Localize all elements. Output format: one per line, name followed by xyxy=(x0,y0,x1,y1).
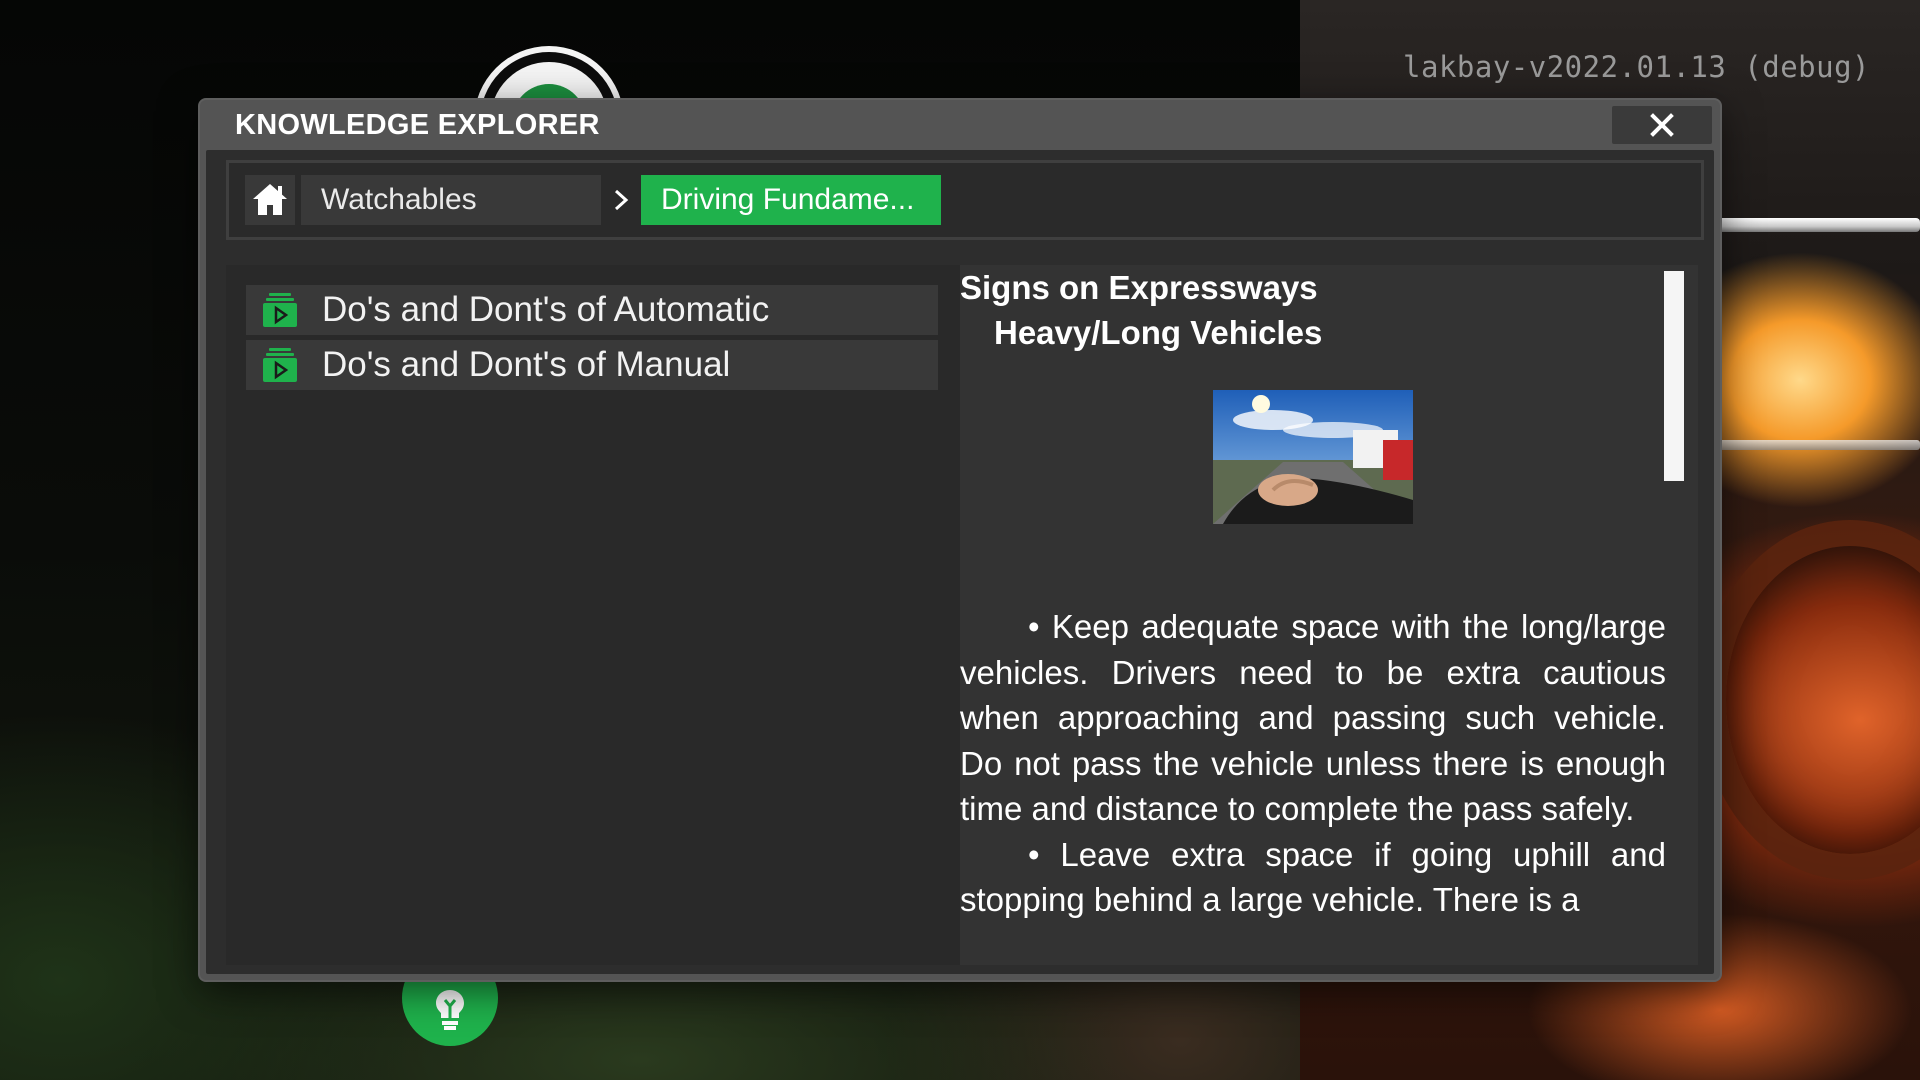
background-chrome-trim-lower xyxy=(1690,440,1920,450)
content-body: • Keep adequate space with the long/larg… xyxy=(960,604,1666,923)
background-chrome-trim xyxy=(1710,218,1920,232)
scrollbar-thumb[interactable] xyxy=(1664,271,1684,481)
breadcrumb: Watchables Driving Fundame... xyxy=(226,160,1704,240)
content-panel: Signs on Expressways Heavy/Long Vehicles xyxy=(960,265,1698,965)
video-folder-icon xyxy=(263,293,297,327)
home-icon xyxy=(253,184,287,215)
chevron-right-icon xyxy=(601,175,641,225)
content-paragraph: • Keep adequate space with the long/larg… xyxy=(960,608,1666,827)
window-title: KNOWLEDGE EXPLORER xyxy=(235,108,600,141)
content-scroll-area[interactable]: Signs on Expressways Heavy/Long Vehicles xyxy=(960,265,1666,965)
content-title: Signs on Expressways xyxy=(960,269,1318,306)
lightbulb-icon xyxy=(436,990,464,1030)
content-image-driving-truck xyxy=(1213,390,1413,524)
version-label: lakbay-v2022.01.13 (debug) xyxy=(1403,50,1870,84)
breadcrumb-home-button[interactable] xyxy=(245,175,295,225)
breadcrumb-item-active[interactable]: Driving Fundame... xyxy=(641,175,941,225)
content-scrollbar[interactable] xyxy=(1664,271,1684,963)
knowledge-explorer-window: KNOWLEDGE EXPLORER Watchables Driving Fu… xyxy=(200,100,1720,980)
close-icon xyxy=(1650,113,1674,137)
content-subtitle: Heavy/Long Vehicles xyxy=(994,314,1323,351)
content-paragraph: • Leave extra space if going uphill and … xyxy=(960,835,1666,919)
close-button[interactable] xyxy=(1612,106,1712,144)
video-folder-icon xyxy=(263,348,297,382)
list-item-label: Do's and Dont's of Manual xyxy=(322,345,731,384)
watchables-list: Do's and Dont's of Automatic Do's and Do… xyxy=(226,265,960,965)
window-titlebar: KNOWLEDGE EXPLORER xyxy=(200,100,1720,150)
window-body: Watchables Driving Fundame... Do's and D… xyxy=(206,150,1714,974)
list-item-automatic[interactable]: Do's and Dont's of Automatic xyxy=(246,285,938,335)
list-item-manual[interactable]: Do's and Dont's of Manual xyxy=(246,340,938,390)
list-item-label: Do's and Dont's of Automatic xyxy=(322,290,770,329)
breadcrumb-item-watchables[interactable]: Watchables xyxy=(301,175,601,225)
